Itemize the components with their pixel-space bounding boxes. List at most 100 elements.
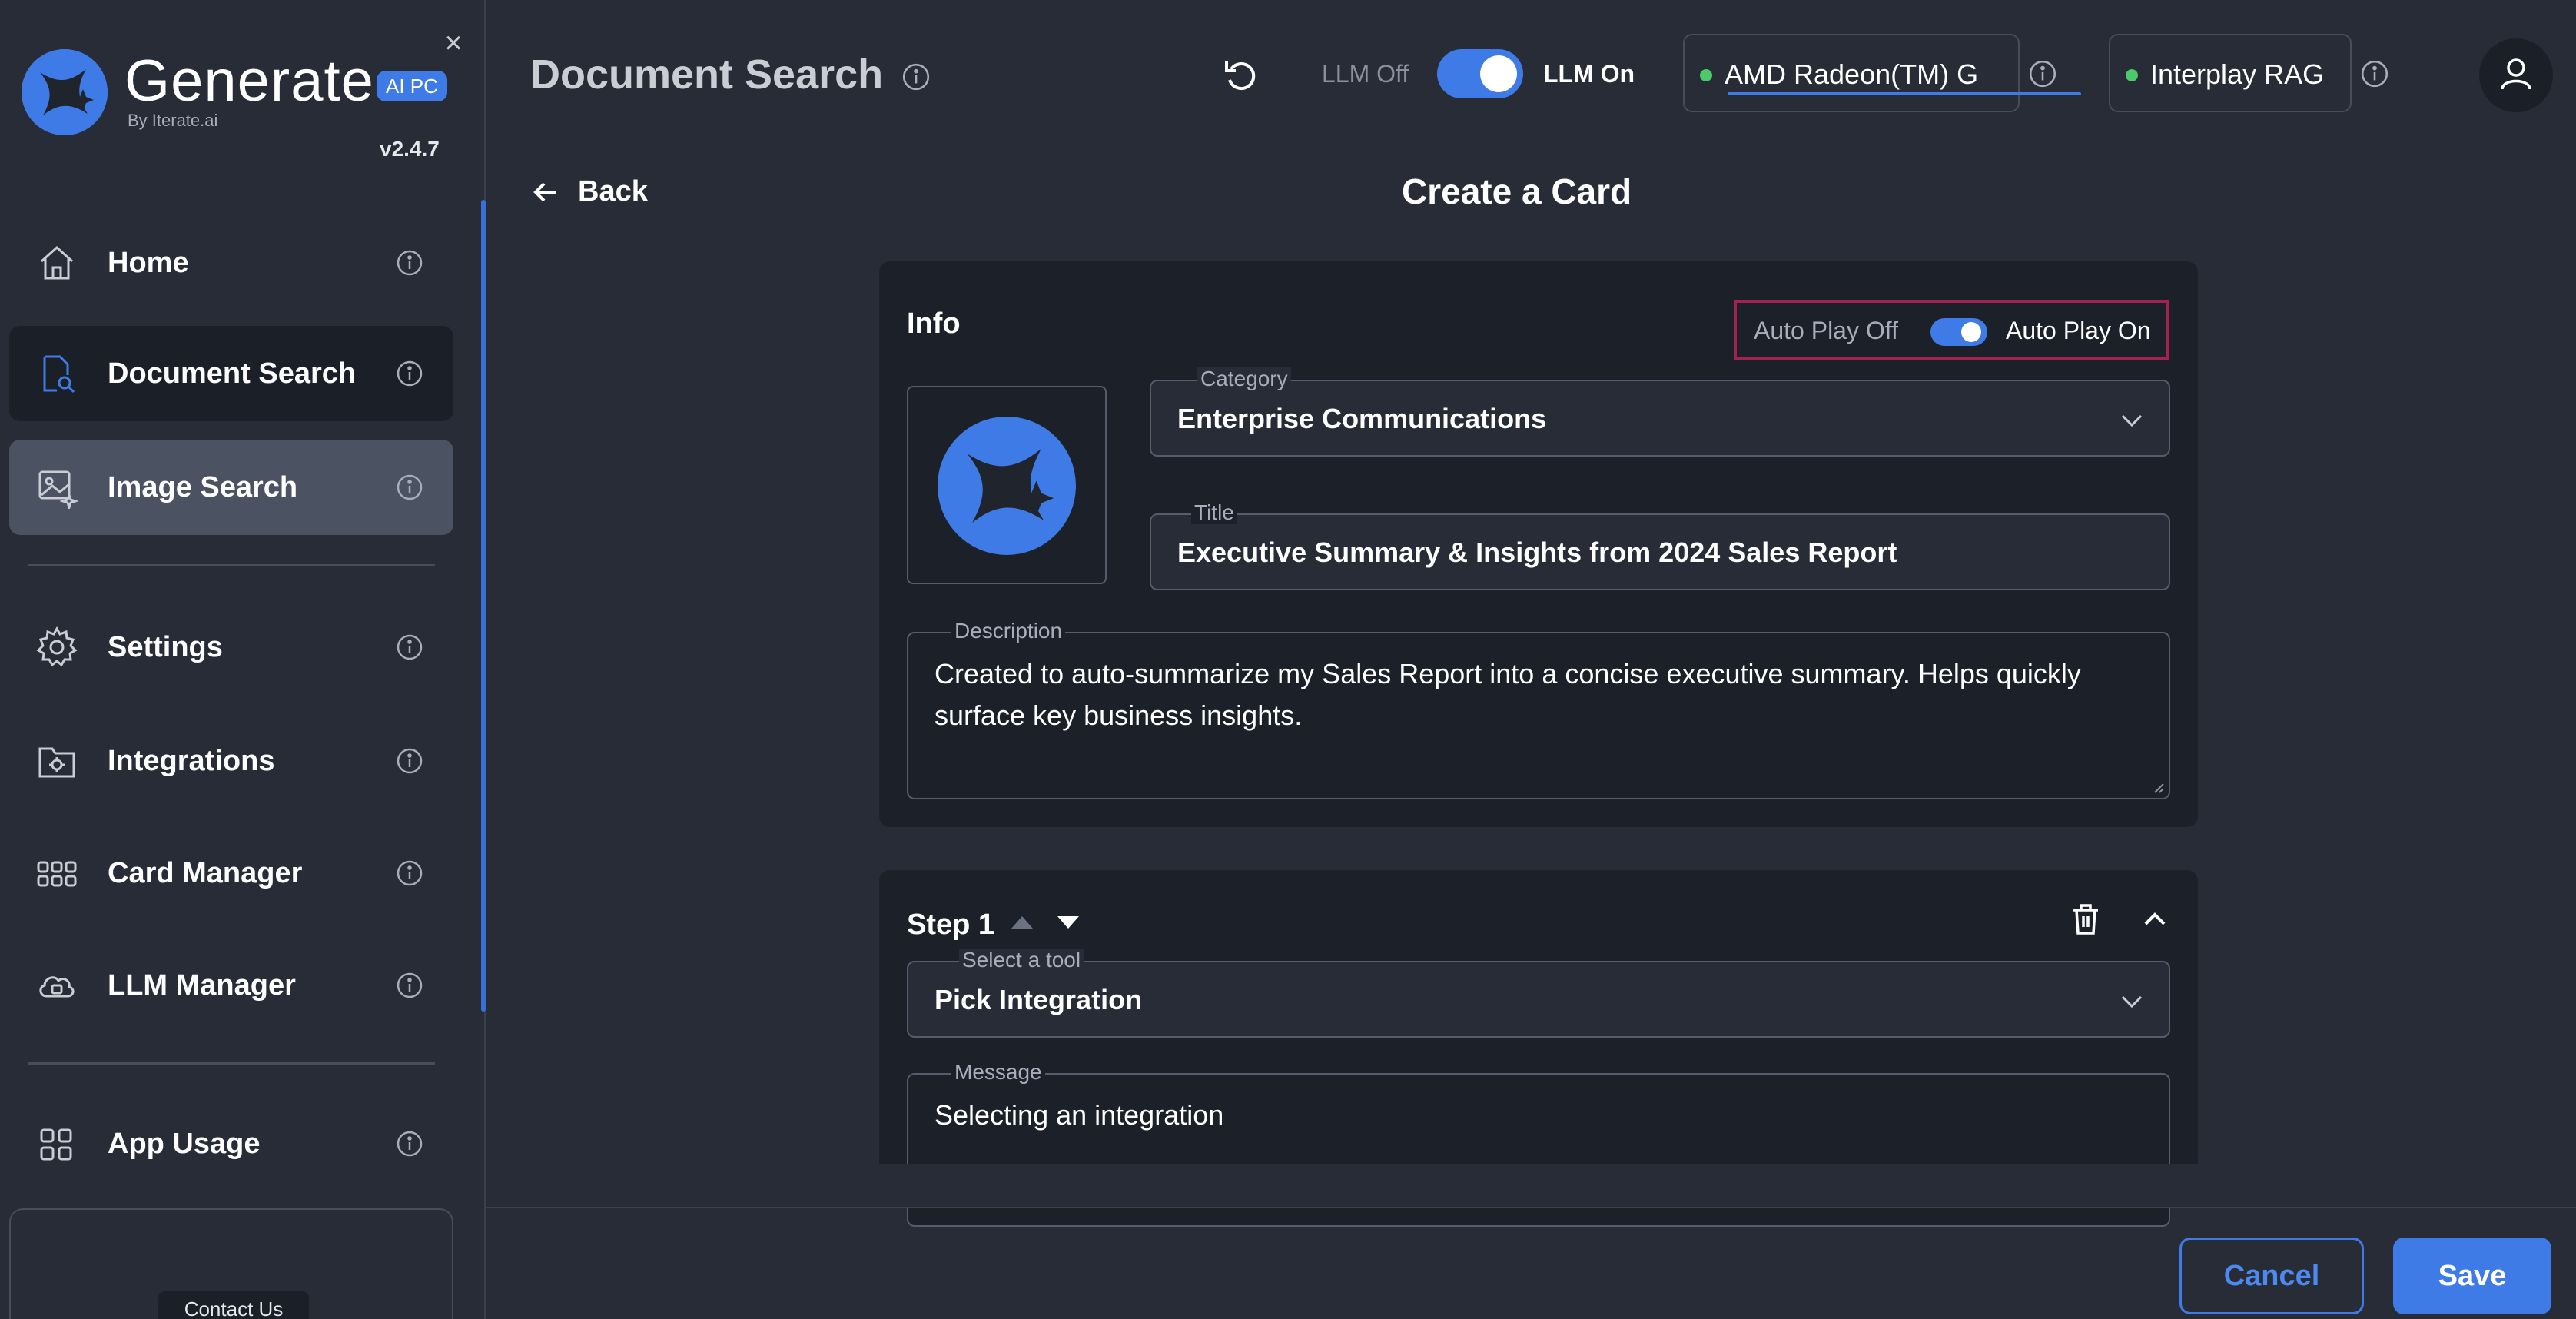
user-icon	[2501, 58, 2531, 90]
sidebar-item-home[interactable]: Home	[9, 215, 453, 311]
info-icon[interactable]	[2359, 58, 2390, 89]
info-heading: Info	[907, 307, 961, 340]
refresh-icon[interactable]	[1220, 55, 1262, 97]
chevron-down-icon	[2116, 404, 2147, 435]
step-card: Step 1 Select a tool Pick Integration Me…	[879, 870, 2198, 1227]
create-card-heading: Create a Card	[1402, 171, 1632, 211]
app-byline: By Iterate.ai	[128, 111, 218, 130]
sidebar-item-card-manager[interactable]: Card Manager	[9, 826, 453, 921]
image-search-icon	[35, 466, 79, 511]
info-icon[interactable]	[395, 359, 424, 388]
info-card: Info Auto Play Off Auto Play On Category…	[879, 261, 2198, 827]
tool-legend: Select a tool	[959, 949, 1084, 972]
message-value: Selecting an integration	[934, 1099, 1224, 1131]
llm-toggle[interactable]	[1437, 49, 1523, 98]
description-value: Created to auto-summarize my Sales Repor…	[934, 658, 2081, 731]
cloud-chip-icon	[35, 964, 78, 1007]
info-icon[interactable]	[901, 61, 931, 92]
device-name: AMD Radeon(TM) G	[1725, 58, 1979, 90]
sidebar-item-integrations[interactable]: Integrations	[9, 713, 453, 809]
status-dot	[1700, 69, 1712, 81]
contact-us-button[interactable]: Contact Us	[158, 1291, 309, 1319]
sidebar-scrollbar[interactable]	[481, 200, 486, 1012]
info-icon[interactable]	[395, 1129, 424, 1158]
llm-off-label: LLM Off	[1322, 60, 1409, 88]
chevron-down-icon	[2116, 985, 2147, 1016]
sidebar-item-label: Integrations	[108, 744, 275, 777]
sidebar-item-label: LLM Manager	[108, 968, 296, 1002]
cancel-button[interactable]: Cancel	[2179, 1238, 2364, 1314]
sidebar-item-label: Image Search	[108, 470, 298, 503]
autoplay-on-label: Auto Play On	[2006, 317, 2151, 344]
sidebar-item-image-search[interactable]: Image Search	[9, 440, 453, 535]
tool-value: Pick Integration	[934, 984, 1143, 1015]
title-input[interactable]: Title Executive Summary & Insights from …	[1150, 501, 2170, 590]
sidebar: × Generate AI PC By Iterate.ai v2.4.7 Ho…	[0, 0, 486, 1319]
user-avatar[interactable]	[2479, 38, 2553, 112]
rag-name: Interplay RAG	[2150, 58, 2325, 90]
step-heading: Step 1	[907, 909, 995, 941]
footer-divider	[486, 1207, 2576, 1208]
app-name: Generate	[124, 48, 374, 114]
category-value: Enterprise Communications	[1177, 403, 1547, 434]
sidebar-item-llm-manager[interactable]: LLM Manager	[9, 938, 453, 1033]
category-legend: Category	[1197, 367, 1291, 390]
info-icon[interactable]	[395, 473, 424, 502]
info-icon[interactable]	[395, 633, 424, 662]
save-button[interactable]: Save	[2393, 1238, 2551, 1314]
move-up-icon[interactable]	[1007, 907, 1037, 938]
sidebar-item-label: Card Manager	[108, 856, 303, 889]
device-progress-bar	[1728, 92, 2081, 95]
generate-logo-icon	[22, 49, 108, 135]
toggle-knob	[1480, 55, 1517, 92]
sidebar-item-label: App Usage	[108, 1127, 261, 1160]
description-legend: Description	[951, 620, 1066, 643]
info-icon[interactable]	[395, 746, 424, 776]
status-dot	[2126, 69, 2138, 81]
title-value: Executive Summary & Insights from 2024 S…	[1177, 537, 1897, 568]
page-title: Document Search	[530, 51, 884, 98]
description-textarea[interactable]: Description Created to auto-summarize my…	[907, 620, 2170, 799]
back-button[interactable]: Back	[578, 175, 648, 208]
home-icon	[35, 241, 78, 284]
apps-icon	[35, 1122, 78, 1165]
info-icon[interactable]	[395, 248, 424, 277]
info-icon[interactable]	[395, 971, 424, 1000]
grid-icon	[35, 852, 78, 895]
message-legend: Message	[951, 1061, 1045, 1084]
autoplay-toggle-group: Auto Play Off Auto Play On	[1734, 300, 2169, 360]
card-image-icon	[938, 417, 1076, 555]
tool-select[interactable]: Select a tool Pick Integration	[907, 949, 2170, 1038]
back-arrow-icon[interactable]	[530, 177, 561, 208]
sidebar-item-settings[interactable]: Settings	[9, 600, 453, 695]
category-select[interactable]: Category Enterprise Communications	[1150, 367, 2170, 457]
resize-handle-icon[interactable]	[2152, 781, 2164, 793]
sidebar-item-label: Home	[108, 246, 189, 279]
gear-icon	[35, 626, 78, 669]
trash-icon[interactable]	[2067, 901, 2104, 938]
app-version: v2.4.7	[380, 137, 440, 161]
document-search-icon	[35, 352, 78, 395]
sidebar-item-label: Document Search	[108, 357, 357, 390]
sidebar-divider	[28, 1062, 435, 1065]
device-selector[interactable]: AMD Radeon(TM) G	[1683, 34, 2081, 112]
app-logo: Generate AI PC By Iterate.ai	[22, 49, 452, 149]
integrations-icon	[35, 739, 78, 782]
autoplay-off-label: Auto Play Off	[1754, 317, 1898, 344]
content-scroll-mask	[486, 1164, 2576, 1207]
app-badge: AI PC	[377, 71, 447, 101]
sidebar-item-app-usage[interactable]: App Usage	[9, 1096, 453, 1191]
card-image-picker[interactable]	[907, 386, 1107, 584]
autoplay-toggle[interactable]	[1930, 318, 1987, 346]
info-icon[interactable]	[395, 859, 424, 888]
info-icon[interactable]	[2027, 58, 2058, 89]
sidebar-item-document-search[interactable]: Document Search	[9, 326, 453, 421]
move-down-icon[interactable]	[1053, 907, 1084, 938]
rag-selector[interactable]: Interplay RAG	[2109, 34, 2352, 112]
toggle-knob	[1961, 322, 1981, 342]
llm-on-label: LLM On	[1543, 60, 1635, 88]
title-legend: Title	[1191, 501, 1237, 524]
chevron-up-icon[interactable]	[2139, 904, 2170, 935]
sidebar-divider	[28, 564, 435, 566]
sidebar-item-label: Settings	[108, 630, 223, 663]
